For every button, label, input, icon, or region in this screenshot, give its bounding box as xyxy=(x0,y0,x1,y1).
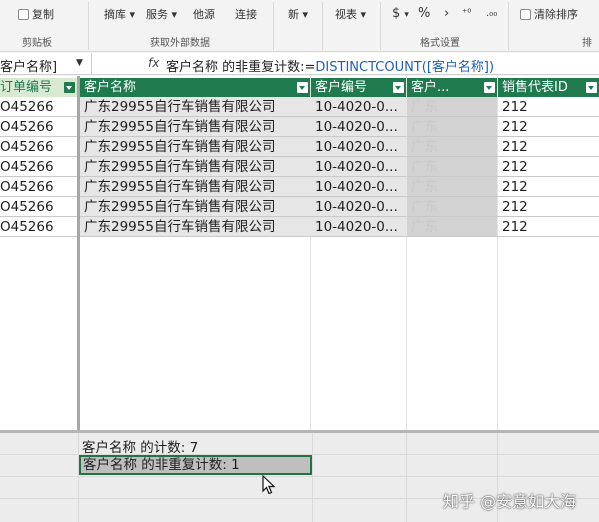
filter-dropdown-icon[interactable] xyxy=(64,82,75,93)
copy-icon xyxy=(18,9,29,20)
service-button[interactable]: 服务 ▾ xyxy=(146,6,177,22)
fx-icon[interactable]: fx xyxy=(148,56,159,70)
table-cell[interactable]: 广东29955自行车销售有限公司 xyxy=(80,137,310,157)
table-cell[interactable]: 212 xyxy=(498,137,599,157)
table-cell[interactable]: 广东 xyxy=(407,217,497,237)
from-db-button[interactable]: 摘库 ▾ xyxy=(104,6,135,22)
external-data-group-label: 获取外部数据 xyxy=(150,38,210,49)
table-cell[interactable]: 广东 xyxy=(407,197,497,217)
chevron-down-icon: ▾ xyxy=(171,8,178,21)
table-cell[interactable]: 广东 xyxy=(407,177,497,197)
measure-distinct-count[interactable]: 客户名称 的非重复计数: 1 xyxy=(79,455,312,475)
table-cell[interactable]: 10-4020-0... xyxy=(311,97,406,117)
copy-button[interactable]: 复制 xyxy=(18,6,54,22)
column-header-customer-name[interactable]: 客户名称 xyxy=(80,78,310,97)
column-header-order-id[interactable]: 订单编号 xyxy=(0,78,77,97)
ribbon-separator xyxy=(380,2,381,50)
pivot-table-button[interactable]: 视表 ▾ xyxy=(335,6,366,22)
table-cell[interactable]: 广东29955自行车销售有限公司 xyxy=(80,157,310,177)
table-cell[interactable]: 212 xyxy=(498,117,599,137)
currency-button[interactable]: $ ▾ xyxy=(392,6,409,21)
table-cell[interactable]: 广东29955自行车销售有限公司 xyxy=(80,177,310,197)
table-cell[interactable]: 广东 xyxy=(407,97,497,117)
ribbon-separator xyxy=(88,2,89,50)
table-cell[interactable]: 10-4020-0... xyxy=(311,117,406,137)
chevron-down-icon: ▾ xyxy=(360,8,367,21)
connection-button[interactable]: 连接 xyxy=(235,6,257,22)
percent-button[interactable]: % xyxy=(418,6,430,21)
chevron-down-icon: ▾ xyxy=(404,10,409,20)
clear-sort-button[interactable]: 清除排序 xyxy=(520,6,578,22)
table-cell[interactable]: 广东 xyxy=(407,137,497,157)
table-cell[interactable]: 10-4020-0... xyxy=(311,217,406,237)
table-cell[interactable]: O45266 xyxy=(0,117,77,137)
table-cell[interactable]: 212 xyxy=(498,97,599,117)
calc-gridline xyxy=(406,433,407,522)
table-cell[interactable]: 广东29955自行车销售有限公司 xyxy=(80,117,310,137)
table-cell[interactable]: O45266 xyxy=(0,97,77,117)
increase-decimal-icon[interactable]: ⁺⁰ xyxy=(462,8,471,19)
table-cell[interactable]: 广东29955自行车销售有限公司 xyxy=(80,97,310,117)
table-cell[interactable]: 212 xyxy=(498,177,599,197)
mouse-cursor-icon xyxy=(262,475,276,495)
formula-input[interactable]: 客户名称 的非重复计数:=DISTINCTCOUNT([客户名称]) xyxy=(166,56,494,75)
filter-dropdown-icon[interactable] xyxy=(484,82,495,93)
table-cell[interactable]: 广东29955自行车销售有限公司 xyxy=(80,217,310,237)
table-cell[interactable]: O45266 xyxy=(0,157,77,177)
clear-sort-icon xyxy=(520,9,531,20)
pane-splitter[interactable] xyxy=(77,76,80,430)
table-cell[interactable]: 广东 xyxy=(407,157,497,177)
decrease-decimal-icon[interactable]: .₀₀ xyxy=(486,8,497,19)
ribbon: 复制 剪贴板 摘库 ▾ 服务 ▾ 他源 连接 获取外部数据 新 ▾ 视表 ▾ $… xyxy=(0,0,599,52)
column-header-sales-rep-id[interactable]: 销售代表ID xyxy=(498,78,599,97)
chevron-down-icon[interactable]: ▼ xyxy=(76,58,83,68)
filter-dropdown-icon[interactable] xyxy=(297,82,308,93)
table-cell[interactable]: O45266 xyxy=(0,217,77,237)
ribbon-separator xyxy=(508,2,509,50)
table-cell[interactable]: 10-4020-0... xyxy=(311,197,406,217)
table-cell[interactable]: O45266 xyxy=(0,197,77,217)
column-header-customer-region[interactable]: 客户... xyxy=(407,78,497,97)
refresh-button[interactable]: 新 ▾ xyxy=(288,6,308,22)
table-cell[interactable]: 广东 xyxy=(407,117,497,137)
table-cell[interactable]: 212 xyxy=(498,157,599,177)
ribbon-separator xyxy=(273,2,274,50)
table-cell[interactable]: 212 xyxy=(498,197,599,217)
column-header-customer-id[interactable]: 客户编号 xyxy=(311,78,406,97)
table-cell[interactable]: O45266 xyxy=(0,177,77,197)
ribbon-separator xyxy=(322,2,323,50)
other-sources-button[interactable]: 他源 xyxy=(193,6,215,22)
measure-count[interactable]: 客户名称 的计数: 7 xyxy=(82,436,198,456)
comma-style-button[interactable]: › xyxy=(444,6,449,21)
filter-dropdown-icon[interactable] xyxy=(393,82,404,93)
table-cell[interactable]: 广东29955自行车销售有限公司 xyxy=(80,197,310,217)
table-cell[interactable]: 212 xyxy=(498,217,599,237)
table-cell[interactable]: 10-4020-0... xyxy=(311,177,406,197)
calc-gridline xyxy=(78,433,79,522)
chevron-down-icon: ▾ xyxy=(129,8,136,21)
table-cell[interactable]: O45266 xyxy=(0,137,77,157)
formula-bar: 客户名称] ▼ fx 客户名称 的非重复计数:=DISTINCTCOUNT([客… xyxy=(0,53,599,75)
sort-group-label: 排 xyxy=(582,38,592,49)
chevron-down-icon: ▾ xyxy=(302,8,309,21)
filter-dropdown-icon[interactable] xyxy=(586,82,597,93)
calc-gridline xyxy=(312,433,313,522)
table-cell[interactable]: 10-4020-0... xyxy=(311,137,406,157)
format-group-label: 格式设置 xyxy=(420,38,460,49)
table-cell[interactable]: 10-4020-0... xyxy=(311,157,406,177)
clipboard-group-label: 剪贴板 xyxy=(22,38,52,49)
calc-gridline xyxy=(0,476,599,477)
watermark: 知乎 @安意如大海 xyxy=(443,492,577,511)
